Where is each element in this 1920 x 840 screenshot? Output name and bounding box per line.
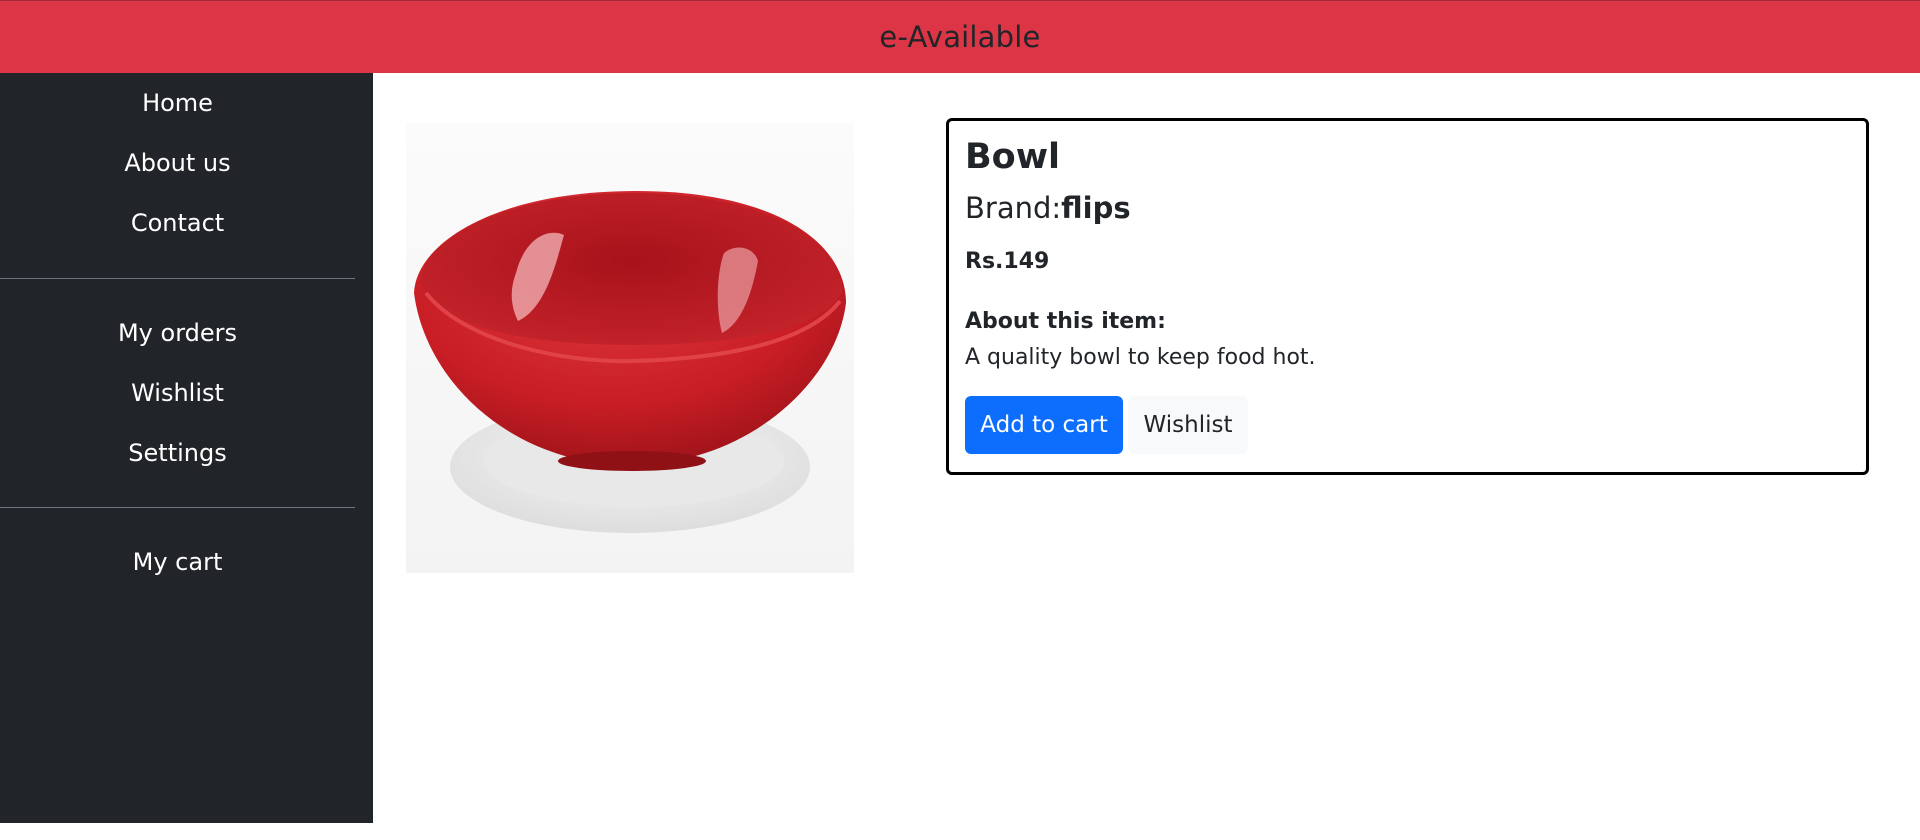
sidebar-item-my-cart[interactable]: My cart <box>0 547 355 577</box>
sidebar-item-my-orders[interactable]: My orders <box>0 318 355 348</box>
site-brand[interactable]: e-Available <box>879 20 1040 54</box>
brand-value: flips <box>1061 191 1131 225</box>
red-bowl-icon <box>414 191 846 533</box>
sidebar-divider <box>0 507 355 508</box>
about-text: A quality bowl to keep food hot. <box>965 345 1316 370</box>
wishlist-button[interactable]: Wishlist <box>1128 396 1248 454</box>
product-price: Rs.149 <box>965 249 1050 274</box>
sidebar-item-wishlist[interactable]: Wishlist <box>0 378 355 408</box>
brand-label: Brand: <box>965 191 1062 225</box>
main-content: Bowl Brand:flips Rs.149 About this item:… <box>373 73 1920 840</box>
about-heading: About this item: <box>965 309 1166 334</box>
add-to-cart-button[interactable]: Add to cart <box>965 396 1123 454</box>
sidebar: Home About us Contact My orders Wishlist… <box>0 73 373 823</box>
product-brand: Brand:flips <box>965 191 1131 225</box>
sidebar-item-home[interactable]: Home <box>0 88 355 118</box>
sidebar-item-settings[interactable]: Settings <box>0 438 355 468</box>
sidebar-divider <box>0 278 355 279</box>
sidebar-item-contact[interactable]: Contact <box>0 208 355 238</box>
top-navbar: e-Available <box>0 0 1920 73</box>
product-card: Bowl Brand:flips Rs.149 About this item:… <box>946 118 1869 475</box>
product-image <box>406 123 854 573</box>
product-title: Bowl <box>965 137 1061 177</box>
sidebar-item-about-us[interactable]: About us <box>0 148 355 178</box>
